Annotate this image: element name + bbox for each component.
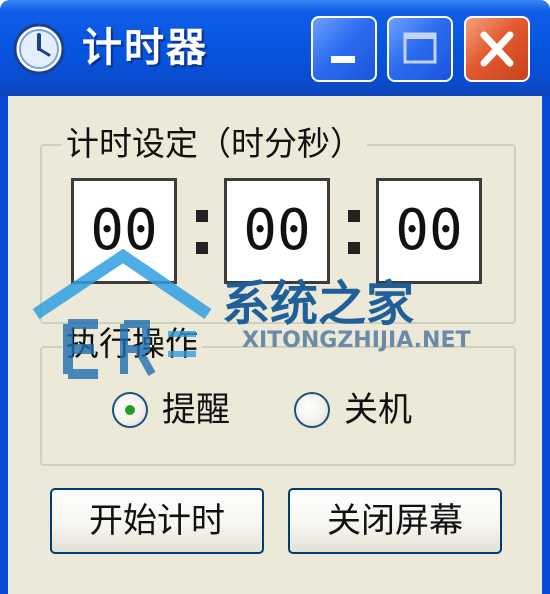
maximize-button[interactable] [387, 16, 453, 82]
remind-radio[interactable] [112, 392, 148, 428]
window-title: 计时器 [82, 25, 208, 71]
minimize-icon [331, 56, 355, 63]
close-icon [480, 31, 514, 67]
client-area: 计时设定（时分秒） 00 00 00 执行操作 提醒 关机 开始计时 关闭屏幕 [8, 96, 542, 594]
time-separator [344, 204, 364, 264]
title-bar[interactable]: 计时器 [0, 0, 550, 96]
remind-label[interactable]: 提醒 [162, 390, 230, 430]
shutdown-label[interactable]: 关机 [344, 390, 412, 430]
minimize-button[interactable] [311, 16, 377, 82]
hours-field[interactable]: 00 [71, 178, 177, 284]
minutes-field[interactable]: 00 [224, 178, 330, 284]
shutdown-radio[interactable] [294, 392, 330, 428]
clock-icon [13, 23, 65, 75]
seconds-field[interactable]: 00 [376, 178, 482, 284]
close-button[interactable] [464, 16, 530, 82]
time-separator [192, 204, 212, 264]
timer-window: 计时器 计时设定（时分秒） 00 00 00 执行操作 提醒 关机 开始计时 关… [0, 0, 550, 594]
action-group-label: 执行操作 [62, 324, 202, 364]
timer-settings-label: 计时设定（时分秒） [62, 124, 367, 164]
start-timer-button[interactable]: 开始计时 [50, 488, 264, 554]
close-screen-button[interactable]: 关闭屏幕 [288, 488, 502, 554]
maximize-icon [403, 32, 437, 64]
